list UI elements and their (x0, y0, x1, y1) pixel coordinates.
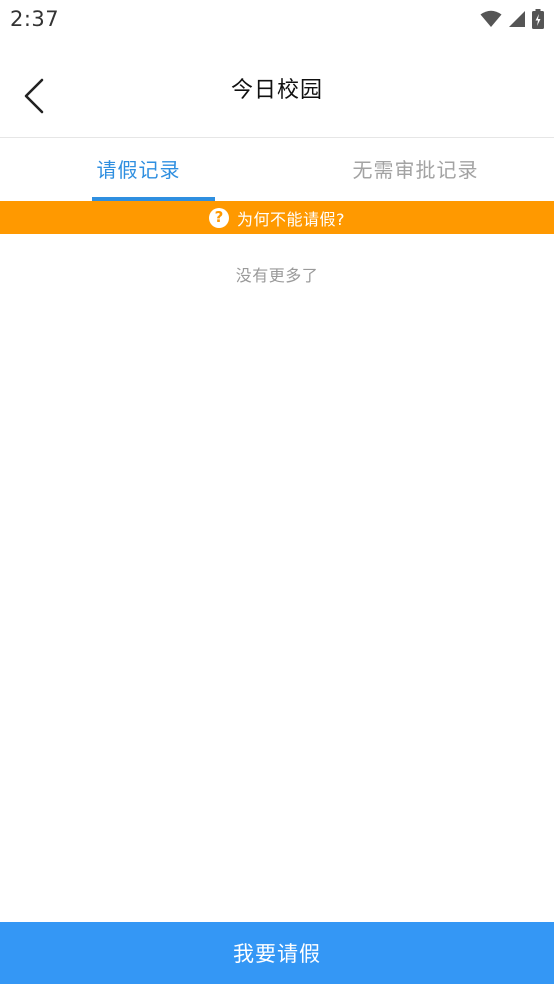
wifi-icon (480, 10, 502, 28)
status-time: 2:37 (10, 7, 60, 31)
help-circle-icon: ? (209, 207, 229, 228)
signal-icon (508, 10, 526, 28)
notice-banner[interactable]: ? 为何不能请假? (0, 201, 554, 234)
status-icons (480, 9, 544, 29)
tab-bar: 请假记录 无需审批记录 (0, 139, 554, 201)
tab-label: 无需审批记录 (352, 158, 479, 182)
app-screen: 2:37 今日校园 请假记录 无需审批记录 ? 为何不能请假? 没有更多了 我要… (0, 0, 554, 984)
empty-list-message: 没有更多了 (235, 266, 319, 285)
request-leave-button[interactable]: 我要请假 (0, 922, 554, 984)
tab-leave-records[interactable]: 请假记录 (0, 139, 277, 201)
tab-no-approval-records[interactable]: 无需审批记录 (277, 139, 554, 201)
status-bar: 2:37 (0, 0, 554, 38)
app-header: 今日校园 (0, 38, 554, 138)
notice-text: 为何不能请假? (237, 209, 345, 229)
page-title: 今日校园 (230, 78, 323, 103)
tab-label: 请假记录 (96, 158, 181, 182)
battery-charging-icon (532, 9, 544, 29)
